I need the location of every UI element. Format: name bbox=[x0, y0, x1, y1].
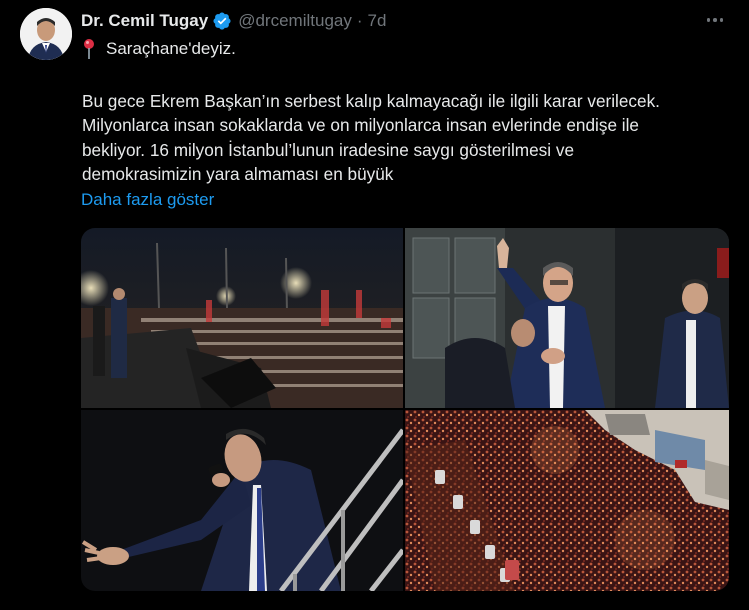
crowd-at-night-photo[interactable] bbox=[81, 228, 403, 408]
speaker-with-microphone-photo[interactable] bbox=[81, 410, 403, 591]
tweet-text-line: Milyonlarca insan sokaklarda ve on milyo… bbox=[82, 115, 639, 136]
tweet-header: Dr. Cemil Tugay @drcemiltugay · 7d bbox=[81, 10, 386, 32]
avatar[interactable] bbox=[20, 8, 72, 60]
tweet-text-line: demokrasimizin yara almaması en büyük bbox=[82, 163, 394, 184]
man-waving-on-balcony-photo[interactable] bbox=[405, 228, 729, 408]
timestamp[interactable]: 7d bbox=[368, 11, 387, 31]
more-options-icon[interactable] bbox=[701, 6, 729, 34]
avatar-image bbox=[20, 8, 72, 60]
tweet-first-line: Saraçhane'deyiz. bbox=[82, 37, 236, 61]
tweet-text-line: bekliyor. 16 milyon İstanbul’lunun irade… bbox=[82, 139, 575, 160]
tweet[interactable]: Dr. Cemil Tugay @drcemiltugay · 7d Saraç… bbox=[0, 0, 749, 610]
author-name[interactable]: Dr. Cemil Tugay bbox=[81, 11, 208, 31]
separator-dot: · bbox=[356, 11, 363, 30]
tweet-text-line: Bu gece Ekrem Başkan’ın serbest kalıp ka… bbox=[82, 91, 660, 111]
author-handle[interactable]: @drcemiltugay bbox=[238, 11, 352, 31]
location-text: Saraçhane'deyiz. bbox=[106, 39, 236, 58]
show-more-link[interactable]: Daha fazla göster bbox=[81, 188, 214, 212]
round-pushpin-icon bbox=[82, 38, 96, 60]
verified-badge-icon[interactable] bbox=[212, 11, 232, 31]
tweet-text: Bu gece Ekrem Başkan’ın serbest kalıp ka… bbox=[82, 89, 732, 186]
media-grid bbox=[81, 228, 729, 591]
aerial-crowd-photo[interactable] bbox=[405, 410, 729, 591]
